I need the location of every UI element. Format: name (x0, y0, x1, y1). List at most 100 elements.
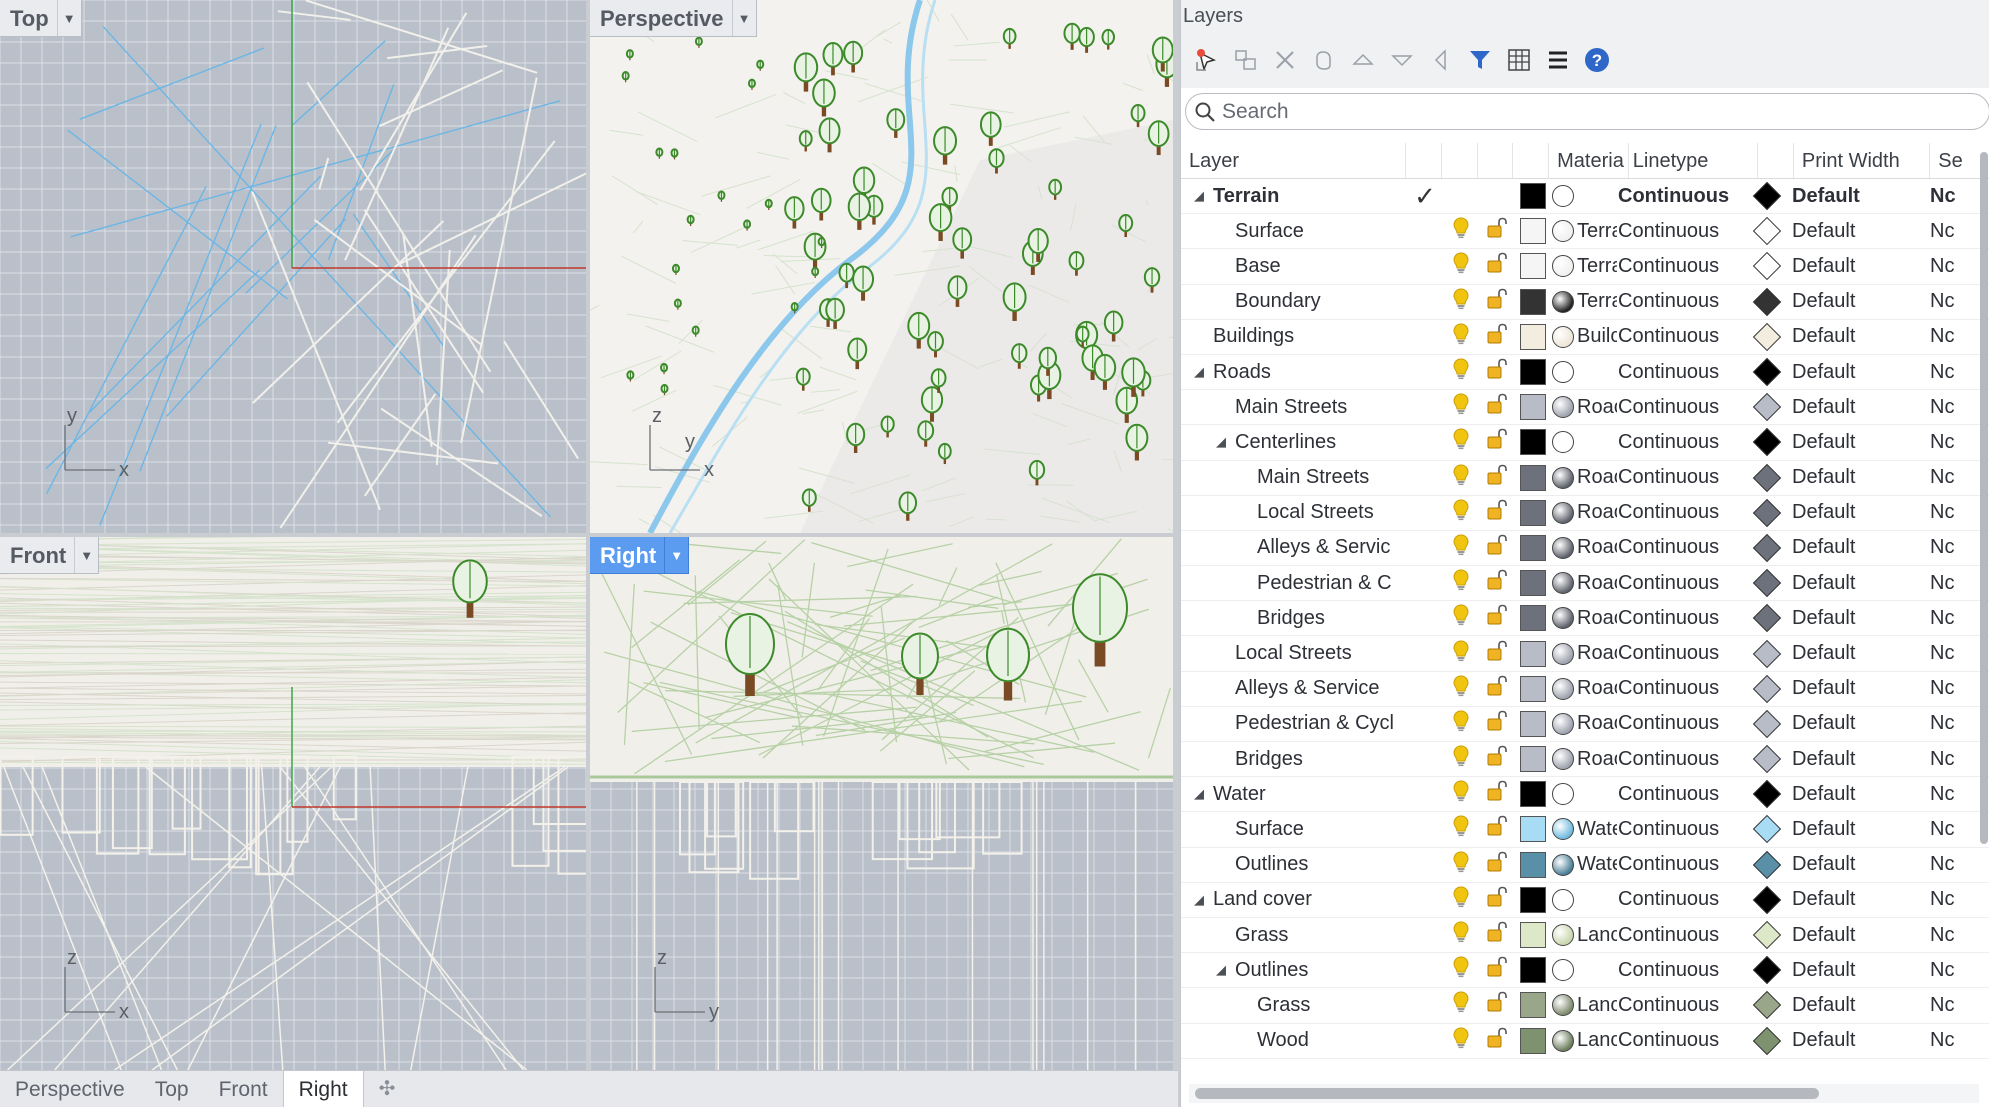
layer-color-cell[interactable] (1515, 531, 1551, 565)
print-color-diamond-icon[interactable] (1752, 357, 1782, 387)
unlock-icon[interactable] (1486, 991, 1508, 1019)
unlock-icon[interactable] (1486, 464, 1508, 492)
layer-lock-cell[interactable] (1479, 953, 1515, 987)
layer-lock-cell[interactable] (1479, 636, 1515, 670)
print-width-cell[interactable]: Default (1786, 707, 1920, 741)
print-color-cell[interactable] (1748, 285, 1786, 319)
layer-row[interactable]: Boundary TerraContinuous Default Nc (1181, 285, 1989, 320)
top-viewport-canvas[interactable]: yx (0, 0, 586, 533)
tab-perspective[interactable]: Perspective (0, 1071, 140, 1107)
layer-row[interactable]: Wood Lanc Continuous Default Nc (1181, 1024, 1989, 1059)
layer-color-cell[interactable] (1515, 1024, 1551, 1058)
layer-color-cell[interactable] (1515, 953, 1551, 987)
lightbulb-icon[interactable] (1452, 217, 1470, 245)
layer-color-cell[interactable] (1515, 285, 1551, 319)
expand-toggle-icon[interactable]: ◢ (1191, 188, 1207, 204)
layer-name-cell[interactable]: ◢ Roads (1181, 355, 1407, 389)
layer-row[interactable]: ◢ Land cover Continuous Default Nc (1181, 883, 1989, 918)
print-width-cell[interactable]: Default (1786, 1024, 1920, 1058)
layer-name-cell[interactable]: Base (1181, 249, 1407, 283)
layer-color-cell[interactable] (1515, 179, 1551, 213)
print-color-diamond-icon[interactable] (1752, 217, 1782, 246)
print-width-cell[interactable]: Default (1786, 425, 1920, 459)
print-color-diamond-icon[interactable] (1752, 463, 1782, 492)
move-up-icon[interactable] (1343, 40, 1382, 80)
print-width-cell[interactable]: Default (1786, 320, 1920, 354)
unlock-icon[interactable] (1486, 780, 1508, 808)
print-color-diamond-icon[interactable] (1752, 956, 1782, 985)
layer-material-cell[interactable]: Roac (1551, 531, 1618, 565)
layer-material-cell[interactable]: Roac (1551, 601, 1618, 635)
layer-material-cell[interactable] (1551, 355, 1618, 389)
perspective-viewport-canvas[interactable]: z xy (590, 0, 1173, 533)
unlock-icon[interactable] (1486, 956, 1508, 984)
column-on[interactable] (1442, 143, 1478, 178)
layer-lock-cell[interactable] (1479, 179, 1515, 213)
chevron-down-icon[interactable]: ▼ (664, 537, 688, 573)
unlock-icon[interactable] (1486, 252, 1508, 280)
current-layer-cell[interactable] (1407, 883, 1443, 917)
layer-color-swatch[interactable] (1520, 359, 1546, 386)
layer-visibility-cell[interactable] (1443, 390, 1479, 424)
layer-color-swatch[interactable] (1520, 992, 1546, 1019)
lightbulb-icon[interactable] (1452, 464, 1470, 492)
layer-visibility-cell[interactable] (1443, 179, 1479, 213)
layer-color-cell[interactable] (1515, 777, 1551, 811)
layer-lock-cell[interactable] (1479, 742, 1515, 776)
layer-row[interactable]: Bridges RoacContinuous Default Nc (1181, 742, 1989, 778)
viewport-top[interactable]: yx Top ▼ (0, 0, 586, 533)
lightbulb-icon[interactable] (1452, 499, 1470, 527)
expand-toggle-icon[interactable]: ◢ (1213, 962, 1229, 978)
print-color-cell[interactable] (1748, 390, 1786, 424)
print-width-cell[interactable]: Default (1786, 988, 1920, 1022)
layer-color-swatch[interactable] (1520, 957, 1546, 984)
print-color-diamond-icon[interactable] (1752, 709, 1782, 739)
layer-color-cell[interactable] (1515, 355, 1551, 389)
layer-color-swatch[interactable] (1520, 605, 1546, 632)
print-color-cell[interactable] (1748, 461, 1786, 495)
print-color-diamond-icon[interactable] (1752, 287, 1782, 316)
lightbulb-icon[interactable] (1452, 991, 1470, 1019)
layer-visibility-cell[interactable] (1443, 742, 1479, 776)
print-width-cell[interactable]: Default (1786, 461, 1920, 495)
print-width-cell[interactable]: Default (1786, 601, 1920, 635)
current-layer-cell[interactable] (1407, 777, 1443, 811)
layer-linetype-cell[interactable]: Continuous (1618, 918, 1748, 952)
viewport-front[interactable]: zx Front ▼ (0, 537, 586, 1070)
print-color-cell[interactable] (1748, 355, 1786, 389)
section-cell[interactable]: Nc (1920, 883, 1989, 917)
layer-name-cell[interactable]: Alleys & Servic (1181, 531, 1407, 565)
layer-color-swatch[interactable] (1520, 288, 1546, 315)
layer-lock-cell[interactable] (1479, 883, 1515, 917)
print-color-diamond-icon[interactable] (1752, 815, 1782, 844)
layer-name-cell[interactable]: Local Streets (1181, 636, 1407, 670)
print-width-cell[interactable]: Default (1786, 883, 1920, 917)
layer-lock-cell[interactable] (1479, 425, 1515, 459)
tab-top[interactable]: Top (140, 1071, 204, 1107)
table-view-icon[interactable] (1499, 40, 1538, 80)
layer-row[interactable]: Grass Lanc Continuous Default Nc (1181, 918, 1989, 954)
print-color-diamond-icon[interactable] (1752, 920, 1782, 950)
layer-color-swatch[interactable] (1520, 570, 1546, 597)
unlock-icon[interactable] (1486, 534, 1508, 562)
layer-color-swatch[interactable] (1520, 922, 1546, 949)
layer-lock-cell[interactable] (1479, 672, 1515, 706)
layer-color-swatch[interactable] (1520, 429, 1546, 456)
lightbulb-icon[interactable] (1452, 921, 1470, 949)
print-color-cell[interactable] (1748, 531, 1786, 565)
help-icon[interactable]: ? (1577, 40, 1616, 80)
layer-visibility-cell[interactable] (1443, 883, 1479, 917)
lightbulb-icon[interactable] (1452, 886, 1470, 914)
layer-row[interactable]: ◢ Roads Continuous Default Nc (1181, 355, 1989, 391)
viewport-top-tab[interactable]: Top ▼ (0, 0, 82, 37)
layer-linetype-cell[interactable]: Continuous (1618, 848, 1748, 882)
lightbulb-icon[interactable] (1452, 604, 1470, 632)
expand-toggle-icon[interactable]: ◢ (1191, 892, 1207, 908)
print-width-cell[interactable]: Default (1786, 249, 1920, 283)
layer-visibility-cell[interactable] (1443, 285, 1479, 319)
layer-color-cell[interactable] (1515, 425, 1551, 459)
layer-color-swatch[interactable] (1520, 534, 1546, 561)
layer-lock-cell[interactable] (1479, 707, 1515, 741)
layer-material-cell[interactable]: Terra (1551, 249, 1618, 283)
layer-material-cell[interactable]: Wate (1551, 812, 1618, 846)
